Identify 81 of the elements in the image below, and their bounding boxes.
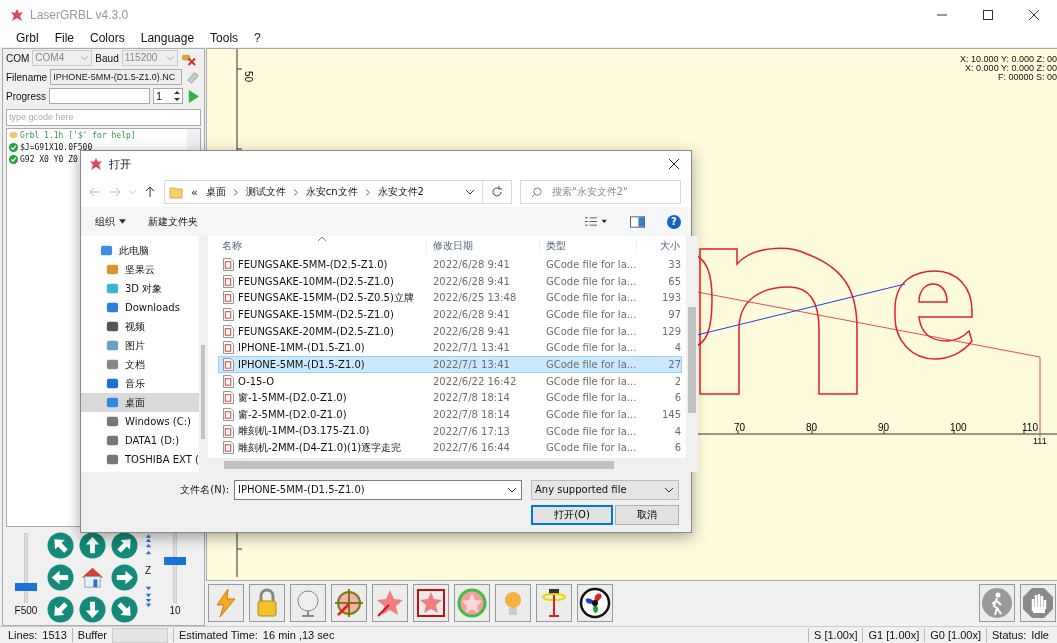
file-date: 2022/6/28 9:41 [432, 275, 511, 287]
file-date: 2022/7/1 13:41 [432, 358, 511, 370]
window-title: LaserGRBL v4.3.0 [30, 7, 129, 22]
file-size: 2 [673, 375, 681, 387]
file-size: 193 [660, 292, 681, 304]
file-type: GCode file for la... [545, 292, 637, 304]
file-date: 2022/7/6 16:44 [432, 442, 511, 454]
file-size: 6 [673, 392, 681, 404]
file-size: 6 [673, 442, 681, 454]
file-date: 2022/7/1 13:41 [432, 342, 511, 354]
spindle-override: S [1.00x] [814, 629, 858, 641]
estimated-time: 16 min ,13 sec [262, 629, 335, 641]
log-line: $J=G91X10.0F500 [20, 143, 93, 153]
file-date: 2022/6/28 9:41 [432, 325, 511, 337]
file-size: 4 [673, 425, 681, 437]
axis-label: 90 [878, 421, 890, 433]
coordinate-readout: F: 00000 S: 00 [997, 72, 1057, 82]
file-type: GCode file for la... [545, 275, 637, 287]
buffer-label: Buffer [77, 629, 107, 641]
coordinate-readout: X: 0.000 Y: 0.000 Z: 00 [965, 63, 1057, 73]
file-size: 145 [660, 409, 681, 421]
file-date: 2022/7/8 18:14 [432, 409, 511, 421]
file-date: 2022/6/28 9:41 [432, 258, 511, 270]
filename-label: Filename [6, 71, 48, 83]
file-date: 2022/6/25 13:48 [432, 292, 518, 304]
log-line: Grbl 1.1h ['$' for help] [20, 131, 136, 141]
step-value: 10 [169, 605, 181, 616]
file-name: FEUNGSAKE-20MM-(D2.5-Z1.0) [238, 325, 394, 337]
file-type: GCode file for la... [545, 342, 637, 354]
axis-label: 111 [1033, 435, 1047, 446]
com-label: COM [6, 52, 30, 64]
file-type: GCode file for la... [545, 392, 637, 404]
file-size: 97 [667, 308, 681, 320]
file-name: FEUNGSAKE-5MM-(D2.5-Z1.0) [238, 258, 388, 270]
file-type: GCode file for la... [545, 325, 637, 337]
axis-label: 100 [950, 421, 967, 433]
lines-count: 1513 [42, 629, 67, 641]
file-name: 雕刻机-1MM-(D3.175-Z1.0) [238, 424, 370, 439]
status-label: Status: [992, 629, 1027, 641]
baud-label: Baud [95, 52, 119, 64]
filename-label: 文件名(N): [180, 483, 229, 497]
z-label: Z [144, 565, 152, 576]
estimated-time-label: Estimated Time: [179, 629, 258, 641]
g0-override: G0 [1.00x] [930, 629, 981, 641]
file-name: 窗-2-5MM-(D2.0-Z1.0) [238, 407, 347, 422]
coordinate-readout: X: 10.000 Y: 0.000 Z: 00 [960, 54, 1057, 64]
axis-label: 50 [243, 70, 254, 83]
axis-label: 70 [734, 421, 746, 433]
file-name: FEUNGSAKE-15MM-(D2.5-Z0.5)立牌 [238, 290, 414, 305]
file-type: GCode file for la... [545, 358, 637, 370]
file-name: IPHONE-5MM-(D1.5-Z1.0) [238, 358, 365, 370]
file-size: 4 [673, 342, 681, 354]
dialog-title: 打开 [109, 156, 131, 172]
file-size: 33 [667, 258, 681, 270]
file-size: 65 [667, 275, 681, 287]
axis-label: 80 [806, 421, 818, 433]
file-name: IPHONE-1MM-(D1.5-Z1.0) [238, 342, 365, 354]
file-type: GCode file for la... [545, 425, 637, 437]
file-size: 129 [660, 325, 681, 337]
file-name: 窗-1-5MM-(D2.0-Z1.0) [238, 390, 347, 405]
file-name: 雕刻机-2MM-(D4-Z1.0)(1)逐字走完 [238, 440, 402, 455]
file-date: 2022/7/8 18:14 [432, 392, 511, 404]
file-date: 2022/7/6 17:13 [432, 425, 511, 437]
file-type: GCode file for la... [545, 375, 637, 387]
file-type: GCode file for la... [545, 308, 637, 320]
g1-override: G1 [1.00x] [868, 629, 920, 641]
file-date: 2022/6/22 16:42 [432, 375, 518, 387]
file-size: 27 [667, 358, 681, 370]
file-date: 2022/6/28 9:41 [432, 308, 511, 320]
file-type: GCode file for la... [545, 258, 637, 270]
file-type: GCode file for la... [545, 409, 637, 421]
file-type: GCode file for la... [545, 442, 637, 454]
file-name: FEUNGSAKE-15MM-(D2.5-Z1.0) [238, 308, 394, 320]
speed-value: F500 [14, 605, 38, 616]
file-name: FEUNGSAKE-10MM-(D2.5-Z1.0) [238, 275, 394, 287]
axis-label: 110 [1022, 421, 1038, 433]
status-value: Idle [1031, 629, 1049, 641]
file-name: O-15-O [238, 375, 275, 387]
log-line: G92 X0 Y0 Z0 [20, 155, 78, 165]
lines-label: Lines: [8, 629, 38, 641]
progress-label: Progress [6, 90, 46, 102]
